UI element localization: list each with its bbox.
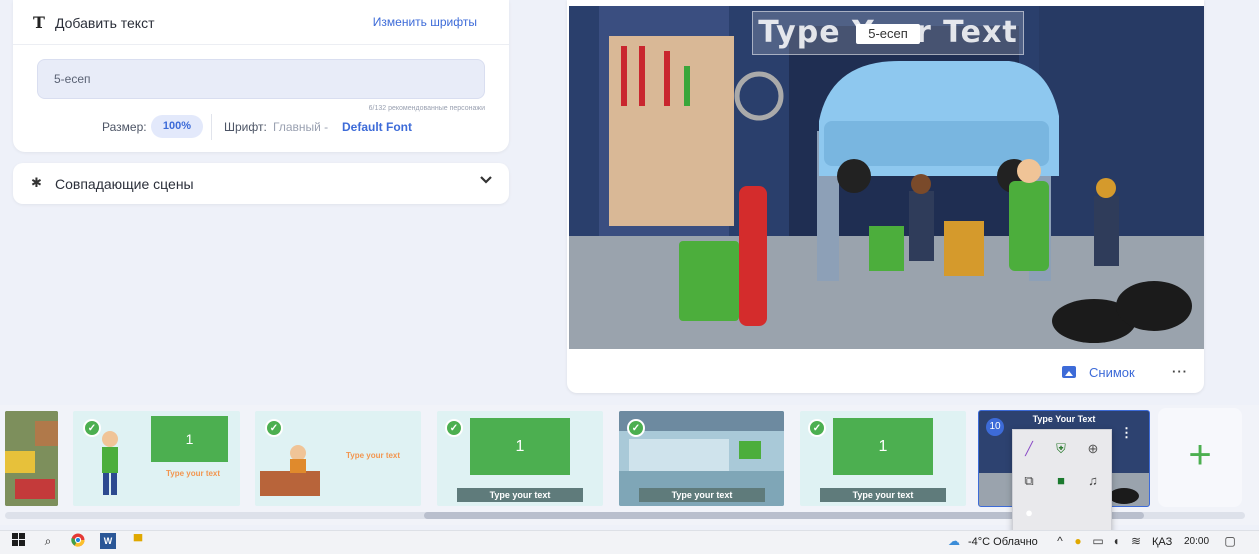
- size-value-button[interactable]: 100%: [151, 115, 203, 138]
- check-icon: ✓: [265, 419, 283, 437]
- tray-overflow-popup: ╱ ⛨ ⊕ ⧉ ■ ♫ ●: [1012, 429, 1112, 533]
- norton-icon[interactable]: ●: [1070, 533, 1086, 549]
- pen-icon[interactable]: ╱: [1020, 440, 1038, 458]
- shield-icon[interactable]: ⛨: [1052, 440, 1070, 458]
- chrome-icon[interactable]: [70, 533, 86, 549]
- font-label: Шрифт:: [224, 120, 267, 134]
- thumb-board: 1: [833, 418, 933, 475]
- search-icon[interactable]: ⌕: [40, 533, 56, 549]
- add-text-title: Добавить текст: [55, 15, 155, 31]
- scene-preview-image[interactable]: [569, 6, 1204, 349]
- size-label: Размер:: [102, 120, 147, 134]
- add-scene-button[interactable]: +: [1158, 408, 1242, 507]
- language-indicator[interactable]: ҚАЗ: [1152, 536, 1172, 548]
- nvidia-icon[interactable]: ■: [1052, 472, 1070, 490]
- check-icon: ✓: [808, 419, 826, 437]
- weather-text[interactable]: -4°C Облачно: [968, 536, 1038, 548]
- folder-icon[interactable]: ▀: [130, 533, 146, 549]
- chevron-down-icon[interactable]: [479, 173, 493, 191]
- display-icon[interactable]: ⧉: [1020, 472, 1038, 490]
- check-icon: ✓: [627, 419, 645, 437]
- thumb-board: 1: [151, 416, 228, 462]
- more-options-button[interactable]: ···: [1172, 364, 1188, 379]
- thumb-caption: Type your text: [345, 451, 401, 460]
- text-input[interactable]: [37, 59, 485, 99]
- battery-icon[interactable]: ▭: [1090, 533, 1106, 549]
- speaker-icon[interactable]: ♫: [1084, 472, 1102, 490]
- thumb-caption: Type your text: [639, 488, 765, 502]
- scene-number-badge: 10: [986, 418, 1004, 436]
- image-icon: [1062, 366, 1076, 378]
- thumb-board: 1: [470, 418, 570, 475]
- network-icon[interactable]: ⊕: [1084, 440, 1102, 458]
- kebab-menu-icon[interactable]: ⋮: [1120, 425, 1133, 441]
- thumb-caption: Type your text: [165, 469, 221, 478]
- text-icon: T: [33, 13, 45, 32]
- matching-scenes-panel[interactable]: ✱ Совпадающие сцены: [13, 163, 509, 204]
- app-icon[interactable]: ●: [1020, 504, 1038, 522]
- thumb-caption: Type your text: [820, 488, 946, 502]
- windows-start-icon[interactable]: [10, 533, 26, 549]
- gear-icon: ✱: [31, 175, 42, 190]
- snapshot-button[interactable]: Снимок: [1089, 365, 1135, 380]
- notification-icon[interactable]: ▢: [1222, 533, 1238, 549]
- volume-icon[interactable]: ◖: [1108, 533, 1124, 549]
- overlay-edit-value[interactable]: 5-есеп: [856, 24, 920, 44]
- check-icon: ✓: [445, 419, 463, 437]
- thumb-caption: Type your text: [457, 488, 583, 502]
- change-fonts-link[interactable]: Изменить шрифты: [373, 15, 477, 29]
- font-name-button[interactable]: Default Font: [342, 120, 412, 134]
- weather-icon[interactable]: ☁: [946, 533, 962, 549]
- char-count: 6/132 рекомендованные персонажи: [368, 105, 485, 112]
- clock[interactable]: 20:00: [1184, 536, 1209, 547]
- wifi-icon[interactable]: ≋: [1128, 533, 1144, 549]
- chevron-up-icon[interactable]: ^: [1052, 533, 1068, 549]
- check-icon: ✓: [83, 419, 101, 437]
- divider: [211, 114, 212, 140]
- scene-thumbnail[interactable]: [5, 411, 58, 506]
- word-icon[interactable]: W: [100, 533, 116, 549]
- font-type: Главный -: [273, 120, 329, 134]
- matching-scenes-title: Совпадающие сцены: [55, 176, 194, 192]
- add-text-panel: T Добавить текст Изменить шрифты 6/132 р…: [13, 0, 509, 152]
- thumb-caption: Type Your Text: [1032, 414, 1096, 424]
